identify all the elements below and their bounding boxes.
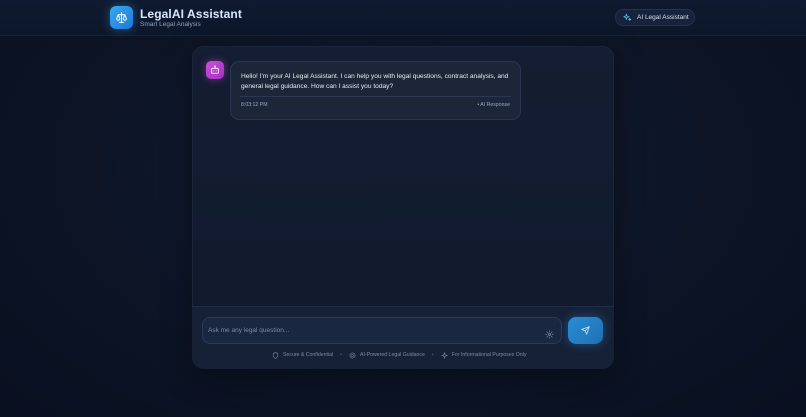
app-subtitle: Smart Legal Analysis (140, 21, 201, 28)
sparkle-icon (441, 351, 448, 359)
assistant-avatar (206, 61, 224, 79)
send-icon (581, 326, 590, 335)
ai-chip-icon (349, 352, 356, 358)
shield-icon (272, 351, 279, 359)
footer-separator: • (431, 352, 434, 358)
footer-item-informational: For Informational Purposes Only (441, 351, 527, 359)
footer-item-label: Secure & Confidential (283, 352, 334, 358)
footer-separator: • (340, 352, 343, 358)
app-title: LegalAI Assistant (140, 7, 242, 21)
question-input-placeholder[interactable]: Ask me any legal question... (208, 327, 289, 334)
badge-label: AI Legal Assistant (637, 14, 689, 21)
message-divider (240, 96, 511, 97)
footer-item-secure: Secure & Confidential (272, 351, 334, 359)
footer-item-label: AI-Powered Legal Guidance (360, 352, 425, 358)
scales-icon (116, 12, 127, 23)
message-text: Hello! I'm your AI Legal Assistant. I ca… (241, 73, 509, 90)
footer-item-ai-guidance: AI-Powered Legal Guidance (349, 352, 425, 359)
sparkle-icon (623, 13, 632, 21)
message-source-tag: • AI Response (477, 102, 510, 108)
app-logo (110, 6, 133, 29)
send-button[interactable] (568, 317, 603, 344)
app-header: LegalAI Assistant Smart Legal Analysis A… (0, 0, 806, 36)
settings-button[interactable] (545, 326, 554, 344)
ai-assistant-badge[interactable]: AI Legal Assistant (615, 9, 695, 26)
gear-icon (545, 330, 554, 339)
disclaimer-row: Secure & Confidential • AI-Powered Legal… (272, 351, 526, 359)
robot-icon (211, 65, 219, 74)
message-timestamp: 8:03:12 PM (241, 102, 268, 108)
footer-item-label: For Informational Purposes Only (451, 352, 527, 358)
